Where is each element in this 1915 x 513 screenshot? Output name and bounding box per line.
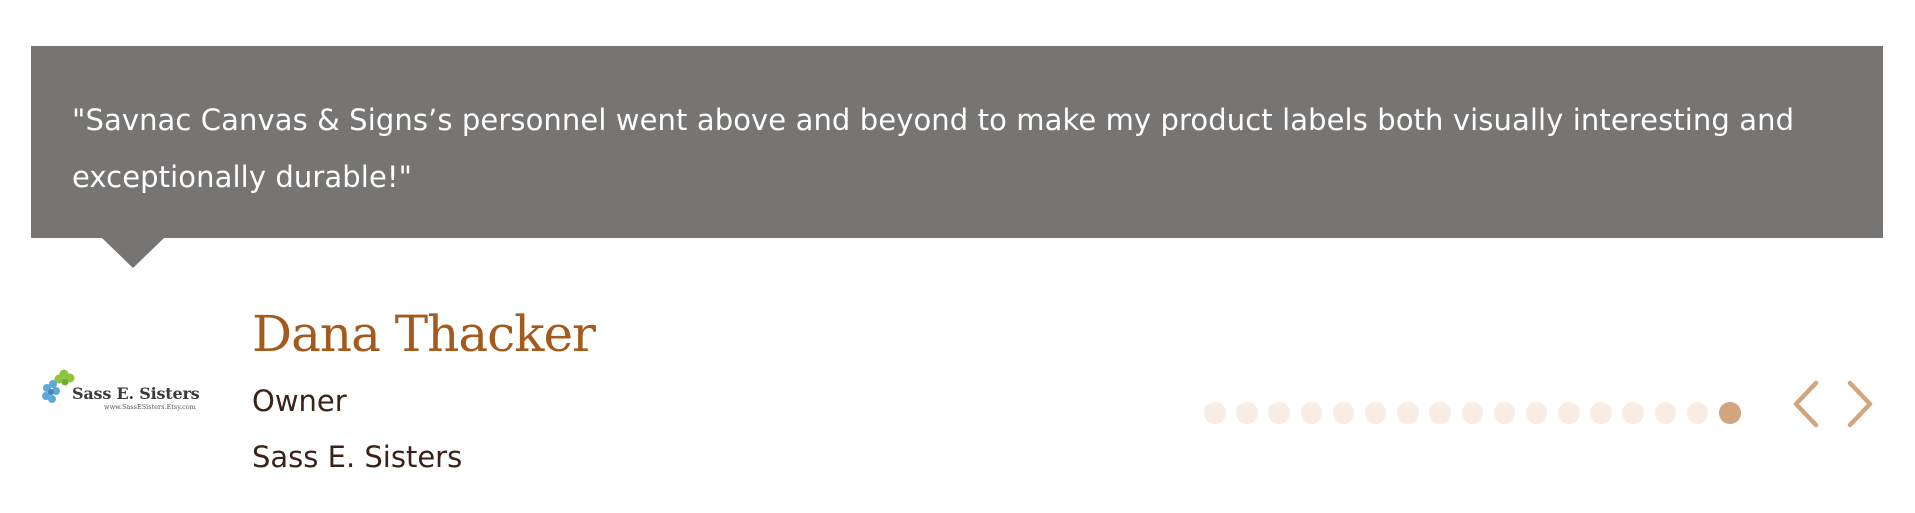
next-slide-button[interactable]: [1842, 379, 1878, 429]
carousel-dot[interactable]: [1493, 402, 1516, 424]
logo-brand-text: Sass E. Sisters: [72, 384, 200, 403]
author-role: Owner: [252, 384, 347, 418]
carousel-dot[interactable]: [1622, 402, 1644, 424]
carousel-dot[interactable]: [1332, 402, 1355, 424]
carousel-dot[interactable]: [1686, 402, 1709, 424]
author-company: Sass E. Sisters: [252, 440, 463, 474]
carousel-dot[interactable]: [1204, 402, 1226, 424]
carousel-dot[interactable]: [1268, 402, 1290, 424]
carousel-dot[interactable]: [1364, 402, 1387, 424]
company-logo: Sass E. Sisters www.SassESisters.Etsy.co…: [40, 366, 206, 416]
carousel-dot[interactable]: [1525, 402, 1548, 424]
carousel-dot[interactable]: [1590, 402, 1612, 424]
carousel-dot[interactable]: [1461, 402, 1483, 424]
quote-pointer: [102, 238, 164, 268]
carousel-pagination: [1204, 402, 1741, 424]
carousel-dot[interactable]: [1654, 402, 1677, 424]
author-name: Dana Thacker: [252, 305, 596, 363]
chevron-right-icon: [1847, 380, 1873, 428]
carousel-dot[interactable]: [1300, 402, 1323, 424]
previous-slide-button[interactable]: [1788, 379, 1824, 429]
carousel-dot[interactable]: [1558, 402, 1580, 424]
carousel-dot[interactable]: [1429, 402, 1451, 424]
carousel-dot[interactable]: [1397, 402, 1419, 424]
testimonial-quote-box: "Savnac Canvas & Signs’s personnel went …: [31, 46, 1883, 238]
chevron-left-icon: [1793, 380, 1819, 428]
carousel-dot[interactable]: [1236, 402, 1258, 424]
logo-url-text: www.SassESisters.Etsy.com: [104, 403, 196, 411]
carousel-dot-active[interactable]: [1719, 402, 1741, 424]
testimonial-quote: "Savnac Canvas & Signs’s personnel went …: [72, 103, 1795, 194]
